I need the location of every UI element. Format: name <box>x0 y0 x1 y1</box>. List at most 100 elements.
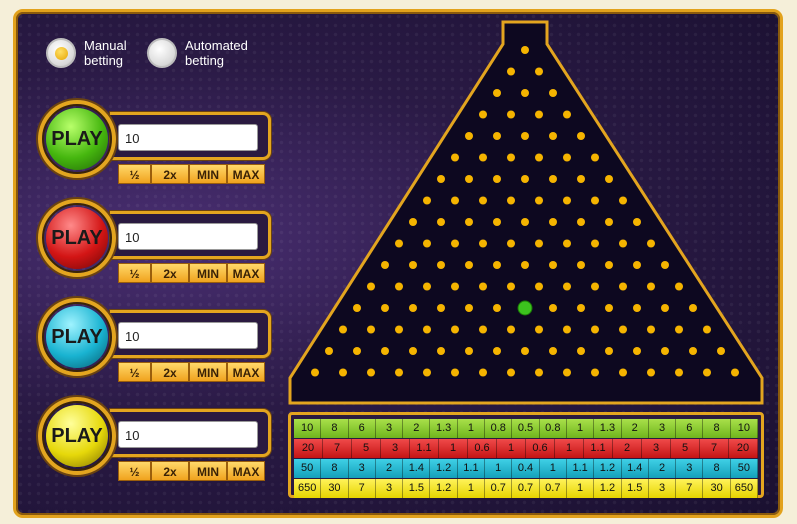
multiplier-cell: 5 <box>352 439 381 458</box>
peg <box>479 239 487 248</box>
multiplier-cell: 3 <box>381 439 410 458</box>
multiplier-cell: 10 <box>731 419 759 438</box>
peg <box>451 282 459 291</box>
peg <box>367 325 375 334</box>
peg <box>521 89 529 97</box>
peg <box>507 110 515 119</box>
multiplier-cell: 0.4 <box>512 459 540 478</box>
peg <box>451 325 459 334</box>
peg <box>549 175 557 183</box>
peg <box>703 368 711 377</box>
peg <box>521 132 529 140</box>
multiplier-cell: 1.1 <box>567 459 595 478</box>
peg <box>325 347 333 355</box>
multiplier-cell: 1 <box>567 479 595 498</box>
peg <box>465 175 473 183</box>
peg <box>367 368 375 377</box>
ball <box>517 300 533 316</box>
peg <box>577 218 585 226</box>
multiplier-row-cyan: 50 8 3 2 1.4 1.2 1.1 1 0.4 1 1.1 1.2 1.4 2 3 8 50 <box>294 459 759 478</box>
multiplier-cell: 0.8 <box>540 419 567 438</box>
peg <box>563 153 571 162</box>
multiplier-cell: 50 <box>731 459 759 478</box>
multiplier-cell: 3 <box>676 459 704 478</box>
peg <box>423 239 431 248</box>
peg <box>381 261 389 269</box>
multiplier-cell: 7 <box>700 439 729 458</box>
peg <box>591 239 599 248</box>
peg <box>731 368 739 377</box>
peg <box>507 368 515 377</box>
peg <box>479 196 487 205</box>
peg <box>479 153 487 162</box>
peg <box>507 325 515 334</box>
peg <box>437 218 445 226</box>
multiplier-cell: 6 <box>676 419 704 438</box>
peg <box>577 175 585 183</box>
peg <box>423 196 431 205</box>
peg <box>619 325 627 334</box>
peg <box>633 304 641 312</box>
peg <box>647 282 655 291</box>
multiplier-cell: 50 <box>294 459 322 478</box>
multiplier-cell: 7 <box>676 479 704 498</box>
multiplier-row-yellow: 650 30 7 3 1.5 1.2 1 0.7 0.7 0.7 1 1.2 1.5 3 7 30 650 <box>294 479 759 498</box>
peg <box>661 261 669 269</box>
peg <box>507 153 515 162</box>
multiplier-cell: 8 <box>321 419 349 438</box>
peg <box>591 196 599 205</box>
peg <box>423 325 431 334</box>
multiplier-cell: 1.1 <box>584 439 613 458</box>
multiplier-cell: 6 <box>349 419 376 438</box>
peg <box>493 304 501 312</box>
peg <box>479 325 487 334</box>
peg <box>395 239 403 248</box>
peg <box>619 282 627 291</box>
multiplier-cell: 7 <box>323 439 352 458</box>
peg <box>549 132 557 140</box>
peg <box>409 304 417 312</box>
multiplier-cell: 20 <box>294 439 323 458</box>
multiplier-cell: 20 <box>729 439 758 458</box>
multiplier-cell: 1.3 <box>594 419 622 438</box>
multiplier-cell: 0.6 <box>468 439 497 458</box>
peg <box>535 110 543 119</box>
peg <box>465 132 473 140</box>
peg <box>395 282 403 291</box>
multiplier-cell: 30 <box>703 479 731 498</box>
peg <box>549 218 557 226</box>
peg <box>465 347 473 355</box>
peg <box>521 347 529 355</box>
peg <box>633 218 641 226</box>
multiplier-cell: 2 <box>622 419 649 438</box>
peg <box>353 304 361 312</box>
peg <box>521 175 529 183</box>
peg <box>535 282 543 291</box>
peg <box>451 153 459 162</box>
multiplier-cell: 1 <box>439 439 468 458</box>
peg <box>409 347 417 355</box>
peg <box>689 304 697 312</box>
peg <box>717 347 725 355</box>
peg <box>605 347 613 355</box>
multiplier-row-red: 20 7 5 3 1.1 1 0.6 1 0.6 1 1.1 2 3 5 7 20 <box>294 439 758 458</box>
multiplier-cell: 1.5 <box>622 479 649 498</box>
multiplier-cell: 30 <box>321 479 349 498</box>
peg <box>395 325 403 334</box>
peg <box>633 347 641 355</box>
peg <box>647 325 655 334</box>
multiplier-cell: 1.4 <box>622 459 649 478</box>
peg <box>479 368 487 377</box>
multiplier-cell: 8 <box>321 459 349 478</box>
multiplier-cell: 0.5 <box>512 419 540 438</box>
multiplier-cell: 1.1 <box>410 439 439 458</box>
peg <box>409 218 417 226</box>
multiplier-cell: 8 <box>703 419 731 438</box>
multiplier-cell: 1 <box>485 459 513 478</box>
peg <box>339 325 347 334</box>
peg <box>381 347 389 355</box>
peg <box>507 67 515 76</box>
peg <box>535 153 543 162</box>
peg <box>549 89 557 97</box>
multiplier-cell: 3 <box>649 419 677 438</box>
